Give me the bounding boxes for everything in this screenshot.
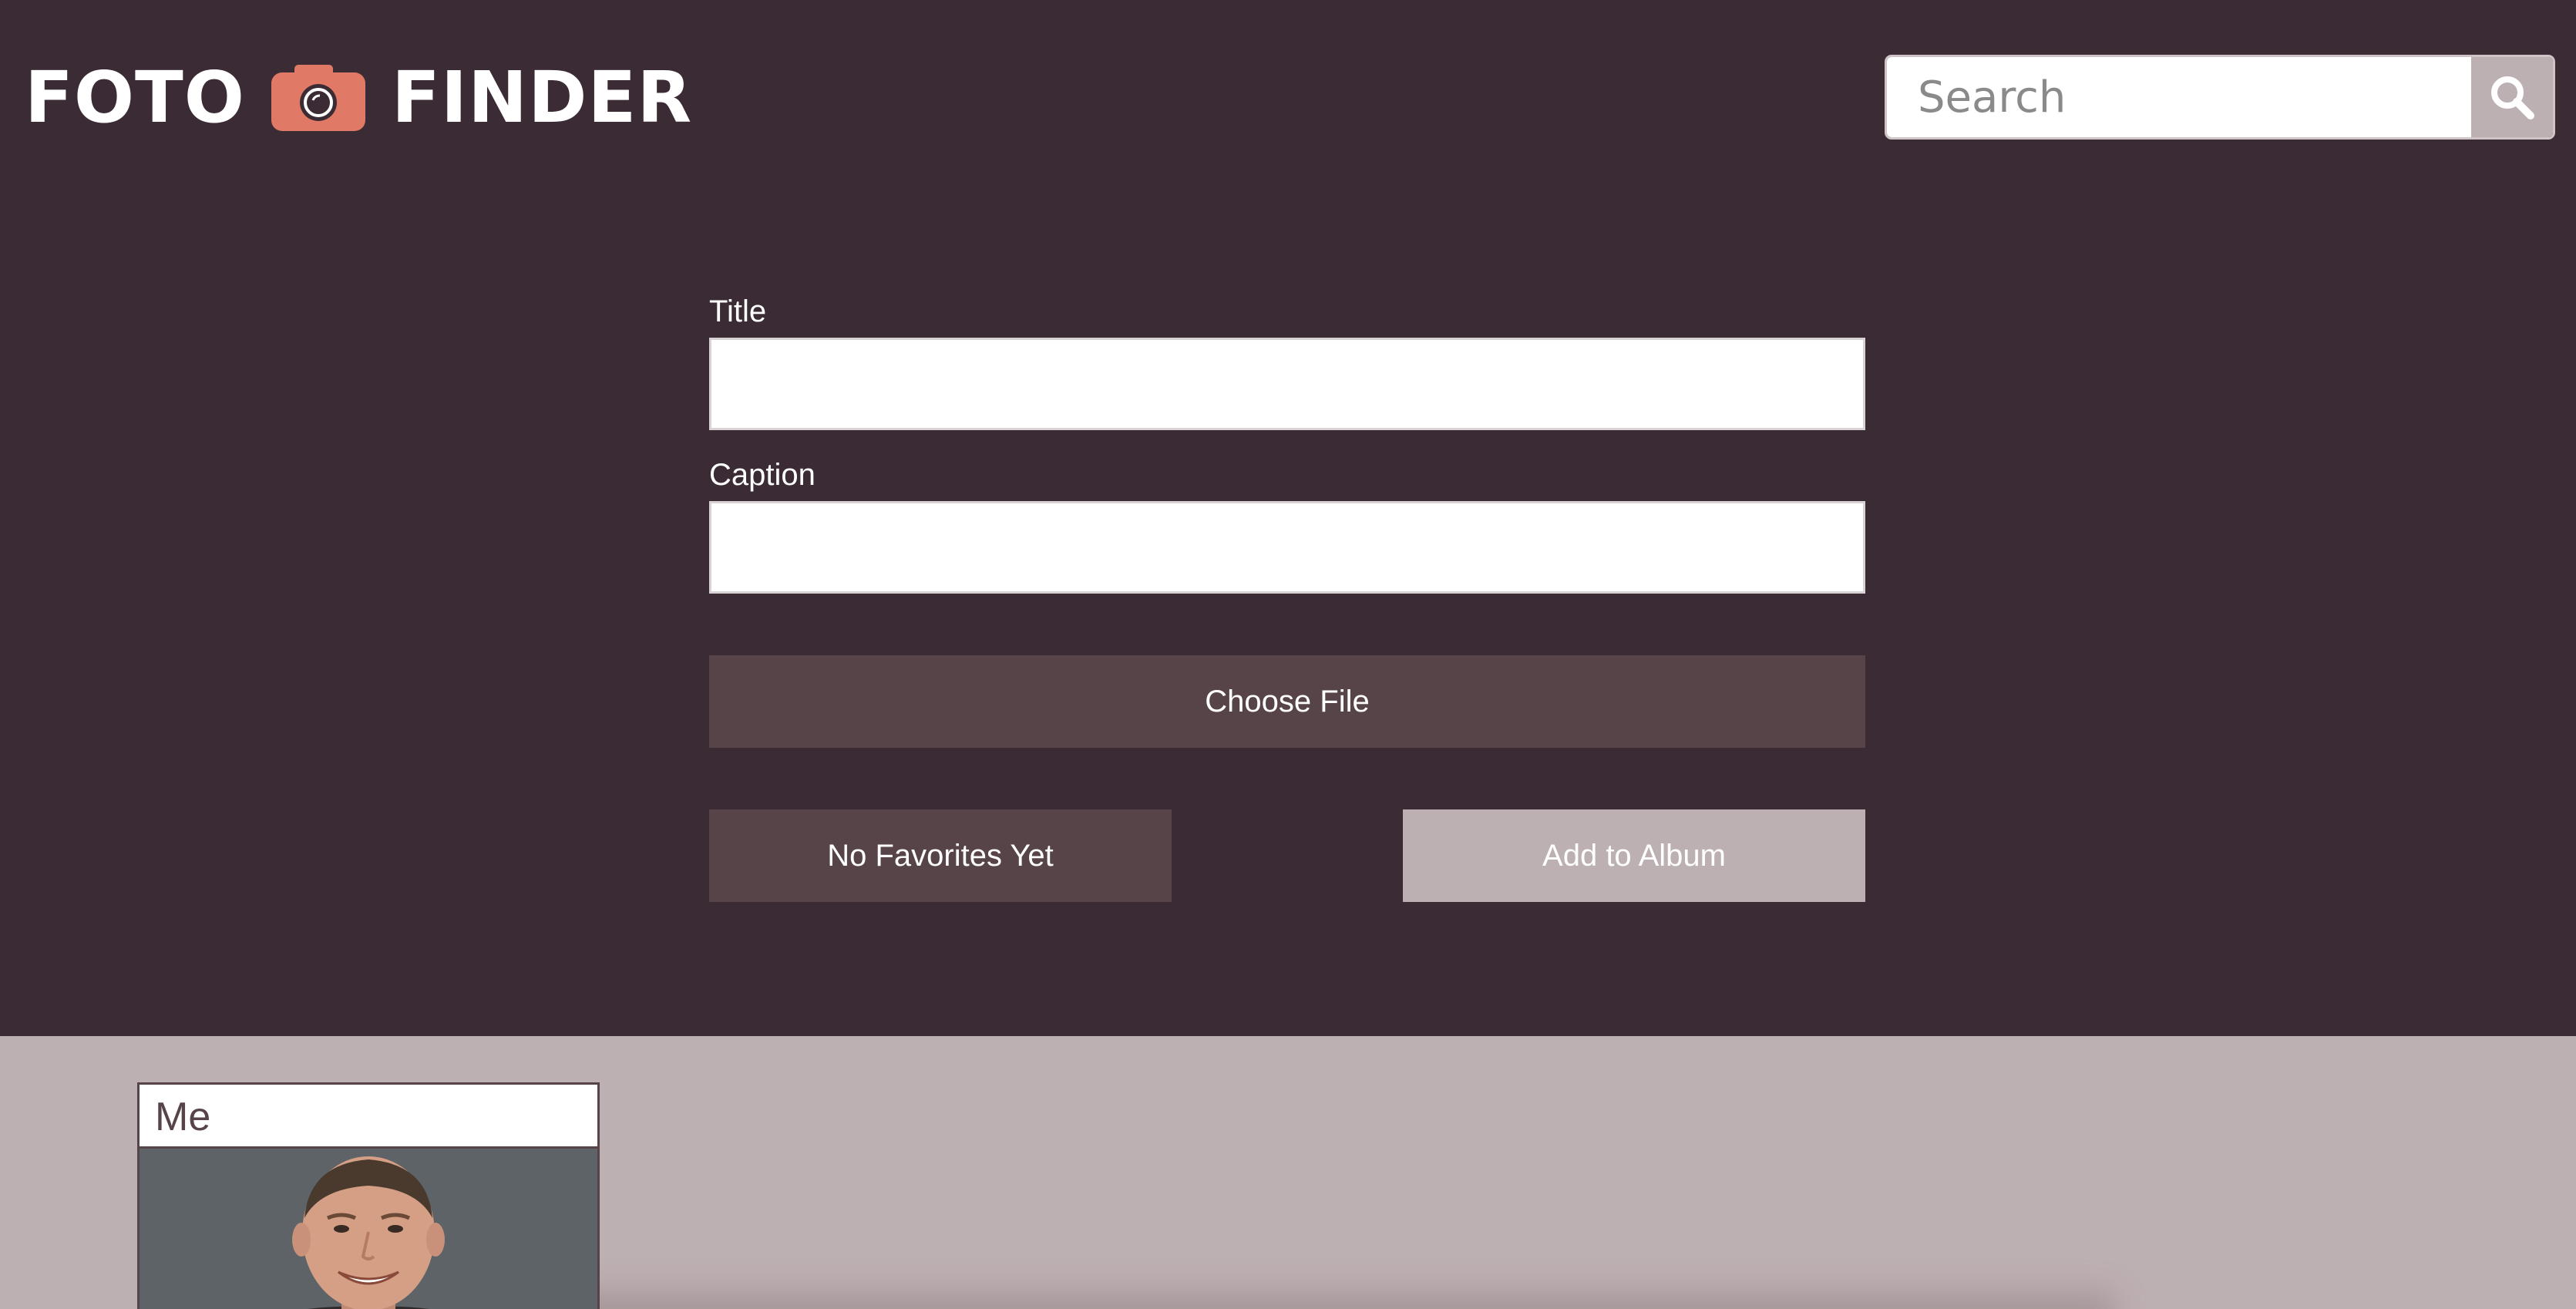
photo-card-title[interactable]: Me <box>140 1085 597 1149</box>
photo-card[interactable]: Me <box>137 1082 600 1309</box>
favorites-button[interactable]: No Favorites Yet <box>709 809 1172 902</box>
action-buttons: No Favorites Yet Add to Album <box>709 809 1865 902</box>
choose-file-button[interactable]: Choose File <box>709 655 1865 748</box>
upload-form: Title Caption Choose File No Favorites Y… <box>709 285 1865 902</box>
logo-text-foto: FOTO <box>25 56 246 139</box>
add-to-album-button[interactable]: Add to Album <box>1403 809 1865 902</box>
search-bar <box>1887 57 2553 137</box>
title-input[interactable] <box>709 338 1865 430</box>
caption-label: Caption <box>709 458 816 492</box>
search-icon <box>2491 76 2534 119</box>
photo-gallery: Me <box>0 1036 2576 1309</box>
camera-icon <box>271 65 366 131</box>
logo-text-finder: FINDER <box>392 56 693 139</box>
title-label: Title <box>709 294 767 328</box>
photo-image <box>140 1149 597 1309</box>
search-button[interactable] <box>2471 57 2553 137</box>
app-logo: FOTO FINDER <box>25 56 692 140</box>
caption-input[interactable] <box>709 501 1865 594</box>
search-input[interactable] <box>1887 57 2471 137</box>
